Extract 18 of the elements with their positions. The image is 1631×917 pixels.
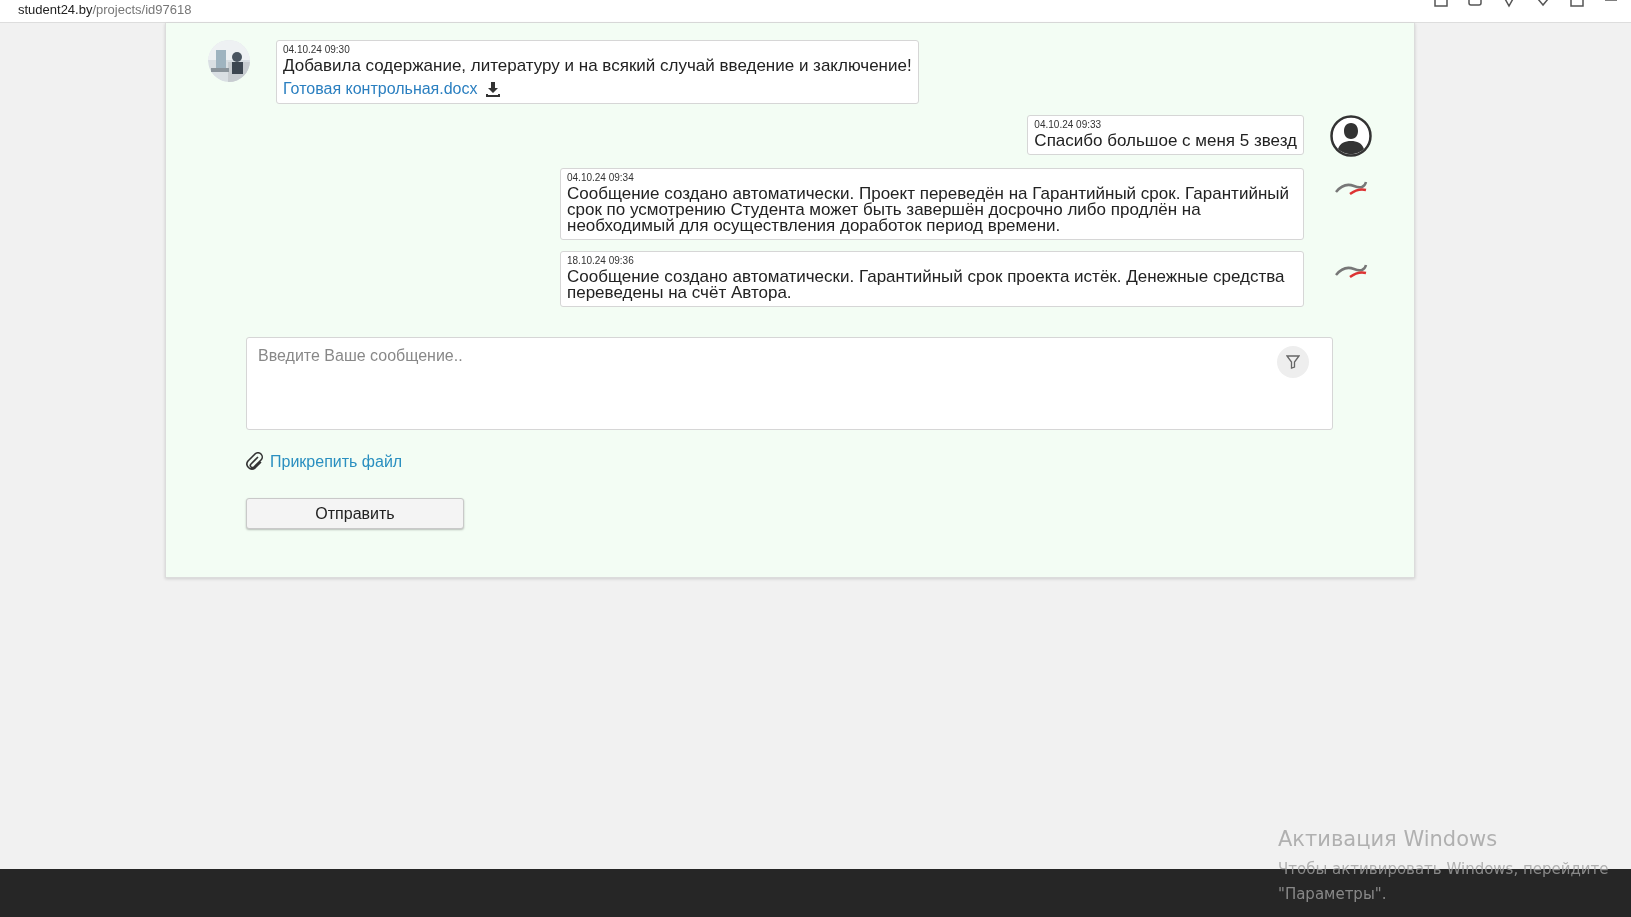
address-bar-url[interactable]: student24.by/projects/id97618: [18, 3, 192, 17]
attachment-link[interactable]: Готовая контрольная.docx: [283, 80, 478, 98]
message-input-field[interactable]: Введите Ваше сообщение..: [246, 337, 1333, 430]
activation-text: "Параметры".: [1278, 884, 1388, 905]
message-text: Добавила содержание, литературу и на всякий случай введение и заключение!: [283, 58, 912, 74]
message-time: 18.10.24 09:36: [567, 255, 635, 267]
message-text: Сообщение создано автоматически. Проект переведён на Гарантийный срок. Гарантийный срок по усмотрению Студента может быть завершён досрочно либо продлён на необходимый для осуществления доработок период времени.: [567, 186, 1290, 234]
user-avatar-icon: [1330, 115, 1372, 157]
filter-icon[interactable]: [1286, 355, 1300, 369]
activation-title: Активация Windows: [1278, 827, 1499, 851]
attach-file-link[interactable]: Прикрепить файл: [270, 452, 403, 471]
send-button[interactable]: Отправить: [246, 498, 464, 529]
message-time: 04.10.24 09:34: [567, 172, 635, 184]
message-time: 04.10.24 09:30: [283, 44, 351, 56]
message-time: 04.10.24 09:33: [1034, 119, 1103, 131]
message-text: Спасибо большое с меня 5 звезд: [1034, 133, 1297, 149]
message-text: Сообщение создано автоматически. Гарантийный срок проекта истёк. Денежные средства переведены на счёт Автора.: [567, 269, 1286, 301]
paperclip-icon[interactable]: [246, 452, 264, 471]
